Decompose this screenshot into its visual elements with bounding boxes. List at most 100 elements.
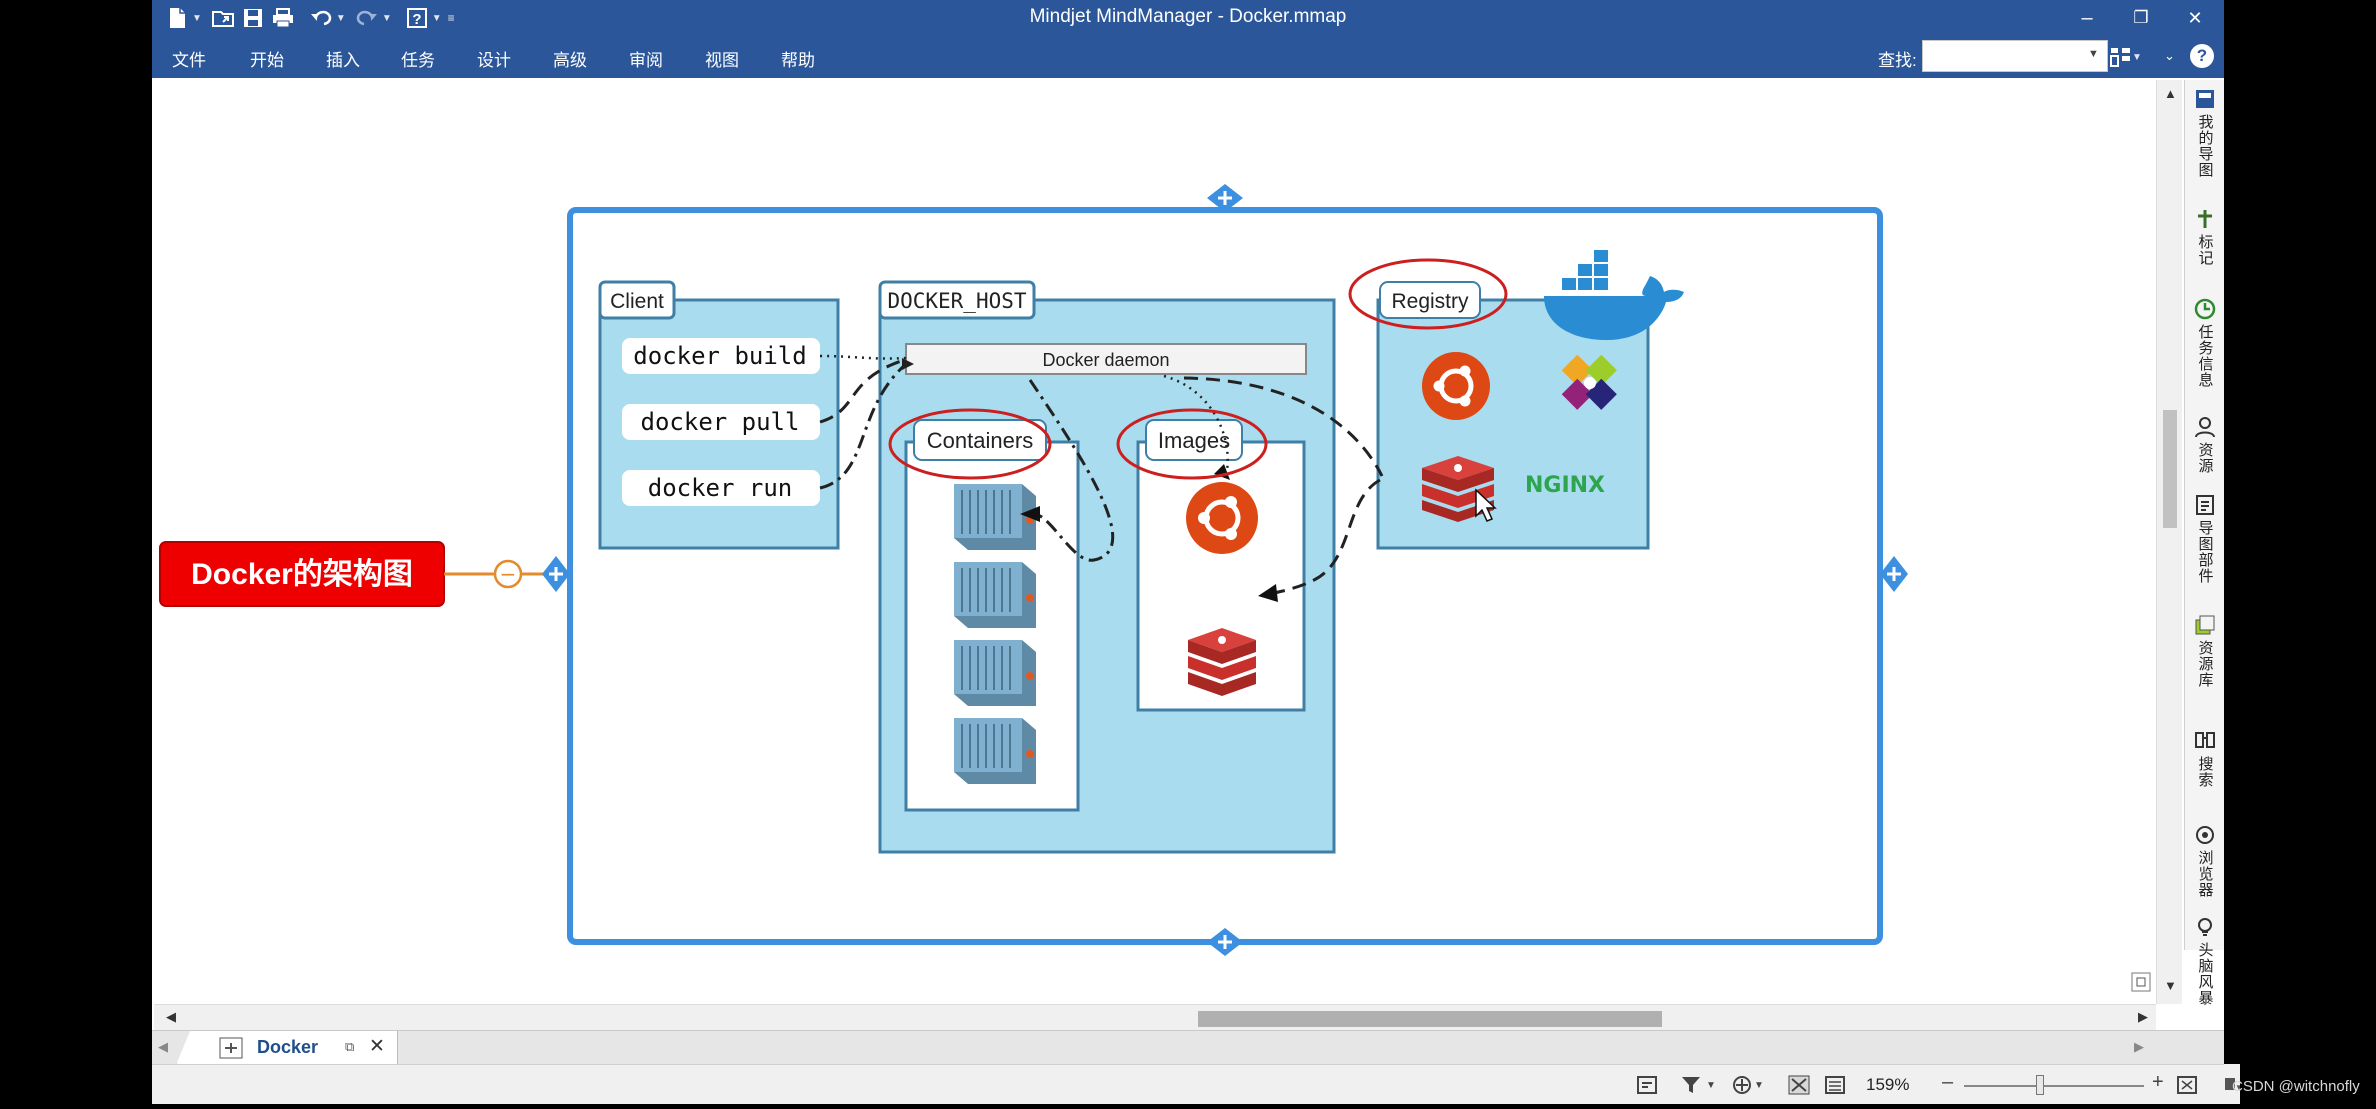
menu-design[interactable]: 设计 <box>477 46 511 71</box>
svg-text:▼: ▼ <box>1706 1080 1716 1091</box>
container-icon <box>954 562 1036 628</box>
task-pane-sidebar: 我的导图 标记 任务信息 资源 导图部件 资源库 搜索 浏览器 头脑风暴 <box>2184 80 2224 1006</box>
find-dropdown-icon[interactable]: ▼ <box>2088 48 2099 60</box>
sidebar-item-resources[interactable]: 资源 <box>2189 416 2221 474</box>
containers-label: Containers <box>927 428 1033 453</box>
scroll-left-icon[interactable]: ◀ <box>166 1009 176 1025</box>
command-build: docker build <box>633 342 806 370</box>
ribbon-menu-bar: 文件 开始 插入 任务 设计 高级 审阅 视图 帮助 查找: ▼ ▼ ⌄ ? <box>152 36 2224 78</box>
docker-daemon-label: Docker daemon <box>1042 350 1169 370</box>
container-icon <box>954 718 1036 784</box>
map-layout-icon[interactable] <box>1788 1075 1810 1095</box>
svg-text:▼: ▼ <box>1754 1080 1764 1091</box>
scroll-right-icon[interactable]: ▶ <box>2138 1009 2148 1025</box>
tab-label: Docker <box>257 1037 319 1057</box>
docker-host-label: DOCKER_HOST <box>887 289 1026 313</box>
collapse-button[interactable]: − <box>493 559 523 589</box>
lightbulb-icon <box>2194 916 2216 938</box>
ubuntu-logo-icon <box>1422 352 1490 420</box>
sidebar-item-library[interactable]: 资源库 <box>2189 614 2221 688</box>
tab-docker[interactable]: Docker ⧉ ✕ <box>176 1031 398 1065</box>
horizontal-scroll-thumb[interactable] <box>1198 1011 1662 1027</box>
mind-map-svg: Docker的架构图 − Client docker build docker … <box>159 184 1908 956</box>
menu-advanced[interactable]: 高级 <box>553 46 587 71</box>
map-view-icon[interactable] <box>1636 1075 1658 1095</box>
menu-review[interactable]: 审阅 <box>629 46 663 71</box>
ribbon-collapse-icon[interactable]: ⌄ <box>2164 48 2175 64</box>
collapse-icon: − <box>500 562 517 586</box>
help-icon[interactable]: ? <box>2190 44 2214 68</box>
sidebar-item-map-parts[interactable]: 导图部件 <box>2189 494 2221 584</box>
tab-restore-icon[interactable]: ⧉ <box>345 1039 354 1055</box>
vertical-scrollbar[interactable]: ▲ ▼ <box>2131 80 2182 1004</box>
tab-scroll-right-icon[interactable]: ▶ <box>2134 1039 2144 1055</box>
layout-options-icon[interactable]: ▼ <box>2110 44 2154 70</box>
frame-handle-right-icon[interactable] <box>1880 556 1908 592</box>
menu-task[interactable]: 任务 <box>401 46 435 71</box>
redis-logo-icon <box>1188 628 1256 696</box>
search-icon <box>2194 730 2216 752</box>
container-icon <box>954 640 1036 706</box>
images-label: Images <box>1158 428 1230 453</box>
fit-map-icon[interactable] <box>2176 1075 2198 1095</box>
document-tab-bar: ◀ Docker ⧉ ✕ ▶ <box>152 1030 2224 1065</box>
menu-view[interactable]: 视图 <box>705 46 739 71</box>
sidebar-item-markers[interactable]: 标记 <box>2189 208 2221 266</box>
view-corner-icon[interactable] <box>2131 972 2151 995</box>
close-button[interactable]: ✕ <box>2168 0 2222 36</box>
markers-icon <box>2194 208 2216 230</box>
container-icon <box>954 484 1036 550</box>
sidebar-item-browser[interactable]: 浏览器 <box>2189 824 2221 898</box>
filter-icon[interactable]: ▼ <box>1680 1075 1716 1095</box>
menu-file[interactable]: 文件 <box>172 46 206 71</box>
watermark: CSDN @witchnofly <box>2232 1078 2360 1095</box>
scroll-up-icon[interactable]: ▲ <box>2164 86 2177 101</box>
map-parts-icon <box>2194 494 2216 516</box>
task-info-icon <box>2194 298 2216 320</box>
frame-handle-left-icon[interactable] <box>542 556 570 592</box>
ubuntu-logo-icon <box>1186 482 1258 554</box>
nginx-logo: NGINX <box>1525 473 1605 498</box>
outline-view-icon[interactable] <box>1824 1075 1846 1095</box>
restore-button[interactable]: ❐ <box>2114 0 2168 36</box>
command-pull: docker pull <box>641 408 800 436</box>
focus-topic-icon[interactable]: ▼ <box>1732 1075 1768 1095</box>
sidebar-item-task-info[interactable]: 任务信息 <box>2189 298 2221 388</box>
map-canvas[interactable]: Docker的架构图 − Client docker build docker … <box>154 80 2156 1004</box>
central-topic-label: Docker的架构图 <box>191 558 413 591</box>
menu-help[interactable]: 帮助 <box>781 46 815 71</box>
mindmanager-window: ▼ ▼ ▼ ? ▼ ≡ Mindjet MindManager - Docker… <box>152 0 2224 1104</box>
zoom-in-icon[interactable]: + <box>2152 1071 2164 1094</box>
resources-icon <box>2194 416 2216 438</box>
browser-icon <box>2194 824 2216 846</box>
client-box: Client docker build docker pull docker r… <box>598 280 840 550</box>
sidebar-item-search[interactable]: 搜索 <box>2189 730 2221 788</box>
zoom-out-icon[interactable]: – <box>1942 1071 1953 1094</box>
sidebar-item-my-maps[interactable]: 我的导图 <box>2189 88 2221 178</box>
window-title: Mindjet MindManager - Docker.mmap <box>1029 6 1347 27</box>
tab-close-icon[interactable]: ✕ <box>369 1035 385 1058</box>
minimize-button[interactable]: – <box>2060 0 2114 36</box>
zoom-slider[interactable] <box>1964 1085 2144 1087</box>
library-icon <box>2194 614 2216 636</box>
sidebar-item-brainstorm[interactable]: 头脑风暴 <box>2189 916 2221 1006</box>
client-label: Client <box>610 290 664 313</box>
central-topic[interactable]: Docker的架构图 <box>159 541 445 607</box>
status-bar: ▼ ▼ 159% – + <box>152 1064 2224 1104</box>
registry-label: Registry <box>1391 290 1469 313</box>
docker-host-box: DOCKER_HOST Docker daemon Containers Ima… <box>878 280 1336 854</box>
title-bar: ▼ ▼ ▼ ? ▼ ≡ Mindjet MindManager - Docker… <box>152 0 2224 36</box>
scroll-down-icon[interactable]: ▼ <box>2164 978 2177 993</box>
zoom-level: 159% <box>1866 1075 1910 1094</box>
mindmap-document-icon <box>219 1037 245 1064</box>
horizontal-scrollbar[interactable]: ◀ ▶ <box>154 1004 2156 1030</box>
menu-home[interactable]: 开始 <box>250 46 284 71</box>
tab-scroll-left-icon[interactable]: ◀ <box>158 1039 168 1055</box>
menu-insert[interactable]: 插入 <box>326 46 360 71</box>
my-maps-icon <box>2194 88 2216 110</box>
vertical-scroll-thumb[interactable] <box>2163 410 2177 528</box>
find-input[interactable] <box>1922 40 2108 72</box>
command-run: docker run <box>648 474 793 502</box>
find-label: 查找: <box>1878 51 1917 70</box>
zoom-slider-thumb[interactable] <box>2035 1075 2044 1095</box>
